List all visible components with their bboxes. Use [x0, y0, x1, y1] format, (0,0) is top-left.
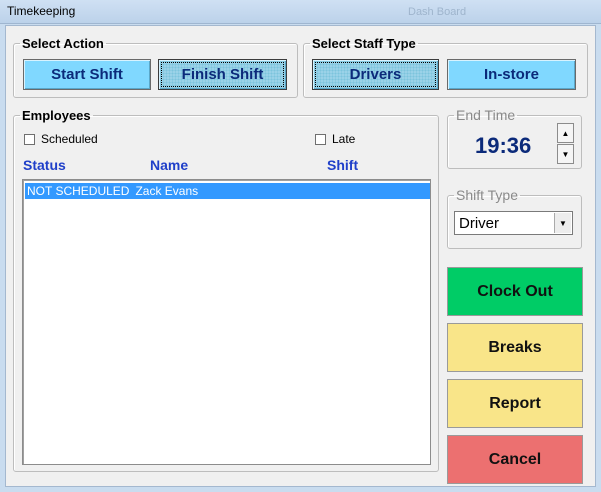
late-checkbox-box[interactable] [315, 133, 326, 145]
shift-type-control: Driver ▼ [447, 196, 582, 246]
scheduled-checkbox[interactable]: Scheduled [24, 132, 98, 146]
shift-type-selected: Driver [459, 214, 499, 232]
window-title: Timekeeping [7, 4, 76, 18]
employee-status: NOT SCHEDULED [27, 184, 130, 198]
clock-out-button[interactable]: Clock Out [447, 267, 583, 316]
column-header-name[interactable]: Name [150, 157, 188, 173]
chevron-down-icon[interactable]: ▼ [554, 213, 571, 233]
scheduled-checkbox-box[interactable] [24, 133, 35, 145]
time-up-arrow-icon[interactable]: ▲ [557, 123, 574, 143]
background-window-title: Dash Board [408, 6, 467, 18]
employee-name: Zack Evans [135, 184, 199, 198]
finish-shift-button[interactable]: Finish Shift [158, 59, 287, 90]
late-checkbox-label: Late [332, 132, 356, 146]
column-header-status[interactable]: Status [23, 157, 66, 173]
select-staff-type-legend: Select Staff Type [312, 36, 416, 51]
column-header-shift[interactable]: Shift [327, 157, 358, 173]
scheduled-checkbox-label: Scheduled [41, 132, 98, 146]
shift-type-select[interactable]: Driver ▼ [454, 211, 573, 235]
instore-button[interactable]: In-store [447, 59, 576, 90]
window-client-area: Select Action Start Shift Finish Shift S… [5, 25, 596, 487]
employees-list[interactable]: NOT SCHEDULED Zack Evans [22, 179, 431, 465]
employee-row[interactable]: NOT SCHEDULED Zack Evans [25, 183, 430, 199]
time-down-arrow-icon[interactable]: ▼ [557, 144, 574, 164]
end-time-value[interactable]: 19:36 [475, 133, 531, 159]
late-checkbox[interactable]: Late [315, 132, 355, 146]
select-action-legend: Select Action [22, 36, 104, 51]
title-bar: Timekeeping Dash Board [0, 0, 601, 24]
start-shift-button[interactable]: Start Shift [23, 59, 151, 90]
breaks-button[interactable]: Breaks [447, 323, 583, 372]
report-button[interactable]: Report [447, 379, 583, 428]
end-time-control: 19:36 ▲ ▼ [447, 107, 582, 169]
drivers-button[interactable]: Drivers [312, 59, 439, 90]
employees-legend: Employees [22, 108, 91, 123]
cancel-button[interactable]: Cancel [447, 435, 583, 484]
window-bottom-border [0, 487, 601, 492]
